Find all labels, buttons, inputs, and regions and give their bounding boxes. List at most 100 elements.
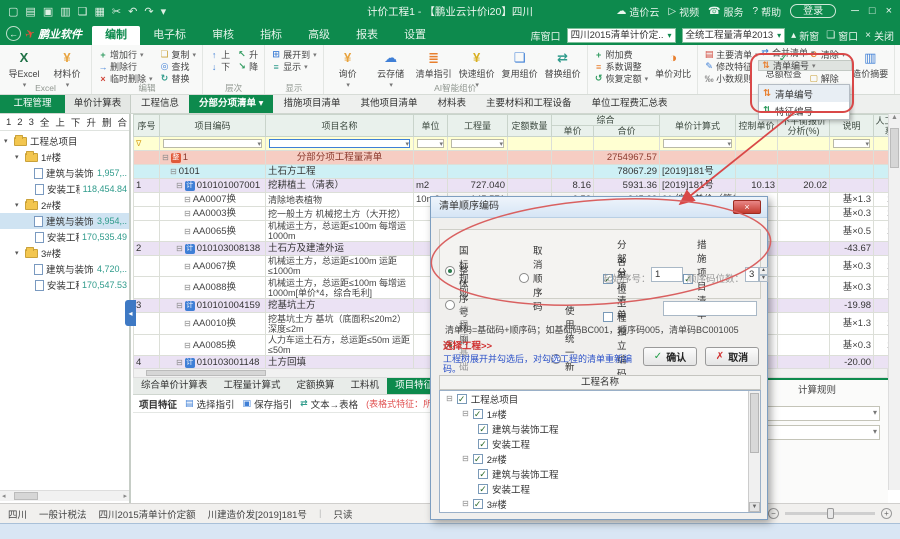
filter-cell-calc[interactable] bbox=[660, 137, 736, 151]
menu-tab-设置[interactable]: 设置 bbox=[391, 26, 439, 45]
filter-dropdown[interactable] bbox=[417, 139, 444, 148]
dialog-tree-item[interactable]: ⊟✓2#楼 bbox=[440, 451, 760, 466]
service-button[interactable]: ☎服务 bbox=[708, 4, 743, 19]
ribbon-button-下[interactable]: ↓下 bbox=[207, 61, 232, 72]
row-expander-icon[interactable]: ⊟ bbox=[170, 165, 177, 178]
save-icon[interactable]: ▣ bbox=[43, 5, 53, 18]
dialog-tree-item[interactable]: ✓建筑与装饰工程 bbox=[440, 466, 760, 481]
filter-cell-dj[interactable] bbox=[552, 137, 594, 151]
confirm-button[interactable]: ✓ 确认 bbox=[643, 347, 697, 366]
cut-icon[interactable]: ✂ bbox=[112, 5, 121, 18]
tree-expander-icon[interactable]: ⊟ bbox=[462, 454, 469, 463]
ribbon-button-替换组价[interactable]: ⇄替换组价 bbox=[543, 47, 583, 80]
filter-cell-qty[interactable] bbox=[448, 137, 508, 151]
checkbox-icon[interactable]: ✓ bbox=[478, 439, 488, 449]
minimize-button[interactable]: ─ bbox=[851, 5, 859, 17]
filter-cell-dq[interactable] bbox=[508, 137, 552, 151]
tree-toolbar-button-全[interactable]: 全 bbox=[40, 115, 50, 129]
filter-cell-unit[interactable] bbox=[414, 137, 448, 151]
ribbon-button-升[interactable]: ↖升 bbox=[235, 49, 260, 60]
row-expander-icon[interactable]: ⊟ bbox=[184, 225, 191, 238]
menu-tab-电子标[interactable]: 电子标 bbox=[140, 26, 199, 45]
tree-expander-icon[interactable]: ⊟ bbox=[446, 394, 453, 403]
tree-toolbar-button-下[interactable]: 下 bbox=[71, 115, 81, 129]
redo-icon[interactable]: ↷ bbox=[144, 5, 153, 18]
filter-dropdown[interactable] bbox=[269, 139, 410, 148]
list-library-dropdown[interactable]: 全统工程量清单2013▾ bbox=[682, 28, 786, 43]
menu-item-清单编号[interactable]: ⇅清单编号 bbox=[759, 85, 849, 102]
scrollbar-thumb[interactable] bbox=[750, 393, 759, 453]
library-window-label[interactable]: 库窗口 bbox=[531, 28, 561, 43]
menu-tab-指标[interactable]: 指标 bbox=[247, 26, 295, 45]
ribbon-button-清单指引[interactable]: ≣清单指引 bbox=[414, 47, 454, 80]
checkbox-icon[interactable]: ✓ bbox=[457, 394, 467, 404]
menu-tab-高级[interactable]: 高级 bbox=[295, 26, 343, 45]
tree-expander-icon[interactable]: ⊟ bbox=[462, 409, 469, 418]
filter-dropdown[interactable] bbox=[451, 139, 504, 148]
close-doc-button[interactable]: ×关闭 bbox=[865, 28, 894, 43]
select-project-link[interactable]: 选择工程>> bbox=[443, 338, 492, 352]
zoom-in-icon[interactable]: + bbox=[881, 508, 892, 519]
zoom-out-icon[interactable]: − bbox=[768, 508, 779, 519]
ribbon-button-恢复定额[interactable]: ↺恢复定额▾ bbox=[592, 73, 651, 84]
filter-dropdown[interactable] bbox=[663, 139, 732, 148]
ribbon-button-展开到[interactable]: ⊞展开到▾ bbox=[269, 49, 319, 60]
copy-icon[interactable]: ❏ bbox=[78, 5, 88, 18]
menu-item-特征编号[interactable]: ⇅特征编号 bbox=[759, 102, 849, 119]
dialog-tree-item[interactable]: ⊟✓1#楼 bbox=[440, 406, 760, 421]
detail-tab-综合单价计算表[interactable]: 综合单价计算表 bbox=[133, 378, 216, 394]
sheet-tab-单位工程费汇总表[interactable]: 单位工程费汇总表 bbox=[582, 95, 678, 113]
filter-cell-name[interactable] bbox=[266, 137, 414, 151]
tree-toolbar-button-2[interactable]: 2 bbox=[17, 117, 22, 128]
ribbon-button-单价对比[interactable]: ◑单价对比 bbox=[653, 47, 693, 80]
calc-rule-dropdown[interactable] bbox=[754, 425, 880, 440]
ribbon-button-增加行[interactable]: +增加行▾ bbox=[96, 49, 155, 60]
tree-item[interactable]: 安装工程170,547.53 bbox=[0, 277, 129, 293]
ribbon-button-主要清单[interactable]: ▤主要清单▾ bbox=[702, 49, 761, 60]
detail-tab-工料机[interactable]: 工料机 bbox=[343, 378, 388, 394]
ribbon-button-上[interactable]: ↑上 bbox=[207, 49, 232, 60]
tree-expander-icon[interactable]: ▾ bbox=[15, 153, 22, 161]
dialog-tree-item[interactable]: ⊟✓工程总项目 bbox=[440, 391, 760, 406]
ribbon-button-清单编号[interactable]: ⇅清单编号▾ bbox=[758, 60, 852, 71]
filter-cell-code[interactable] bbox=[160, 137, 266, 151]
feature-button-保存指引[interactable]: ▣保存指引 bbox=[243, 397, 293, 411]
filter-cell-hj[interactable] bbox=[594, 137, 660, 151]
filter-dropdown[interactable] bbox=[163, 139, 262, 148]
tree-toolbar-button-合[interactable]: 合 bbox=[117, 115, 127, 129]
sheet-tab-分部分项清单[interactable]: 分部分项清单 ▾ bbox=[189, 95, 273, 113]
ribbon-button-造价摘要[interactable]: ▥造价摘要 bbox=[850, 47, 890, 80]
scrollbar-thumb[interactable] bbox=[14, 492, 38, 500]
ribbon-button-查找[interactable]: ◎查找 bbox=[158, 61, 199, 72]
checkbox-icon[interactable]: ✓ bbox=[478, 484, 488, 494]
ribbon-button-显示[interactable]: ≡显示▾ bbox=[269, 61, 319, 72]
checkbox-icon[interactable]: ✓ bbox=[473, 409, 483, 419]
row-expander-icon[interactable]: ⊟ bbox=[162, 151, 169, 164]
dialog-tree-scrollbar[interactable]: ▼ bbox=[748, 391, 760, 512]
new-base-code-input[interactable] bbox=[663, 301, 757, 316]
menu-tab-审核[interactable]: 审核 bbox=[199, 26, 247, 45]
sheet-tab-主要材料和工程设备[interactable]: 主要材料和工程设备 bbox=[476, 95, 582, 113]
menu-tab-报表[interactable]: 报表 bbox=[343, 26, 391, 45]
table-row[interactable]: ⊟整1分部分项工程量清单2754967.57 bbox=[134, 151, 889, 165]
row-expander-icon[interactable]: ⊟ bbox=[184, 339, 191, 352]
dialog-tree-item[interactable]: ✓建筑与装饰工程 bbox=[440, 421, 760, 436]
row-expander-icon[interactable]: ⊟ bbox=[176, 179, 183, 192]
feature-button-文本→表格[interactable]: ⇄文本→表格 bbox=[300, 397, 358, 411]
tree-item[interactable]: ▾3#楼 bbox=[0, 245, 129, 261]
checkbox-icon[interactable]: ✓ bbox=[473, 499, 483, 509]
row-expander-icon[interactable]: ⊟ bbox=[184, 281, 191, 294]
digits-input[interactable]: 3 bbox=[745, 267, 759, 282]
filter-dropdown[interactable] bbox=[833, 139, 870, 148]
tree-expander-icon[interactable]: ▾ bbox=[4, 137, 11, 145]
close-button[interactable]: × bbox=[886, 5, 892, 17]
sheet-tab-材料表[interactable]: 材料表 bbox=[427, 95, 476, 113]
scrollbar-thumb[interactable] bbox=[890, 128, 899, 168]
scroll-right-icon[interactable]: ▸ bbox=[123, 491, 127, 502]
tree-item[interactable]: 安装工程170,535.49 bbox=[0, 229, 129, 245]
sheet-tab-其他项目清单[interactable]: 其他项目清单 bbox=[350, 95, 427, 113]
tree-toolbar-button-上[interactable]: 上 bbox=[55, 115, 65, 129]
ribbon-button-复制[interactable]: ❏复制▾ bbox=[158, 49, 199, 60]
filter-cell-seq[interactable]: ∇ bbox=[134, 137, 160, 151]
tree-item[interactable]: 建筑与装饰工程4,720,.. bbox=[0, 261, 129, 277]
